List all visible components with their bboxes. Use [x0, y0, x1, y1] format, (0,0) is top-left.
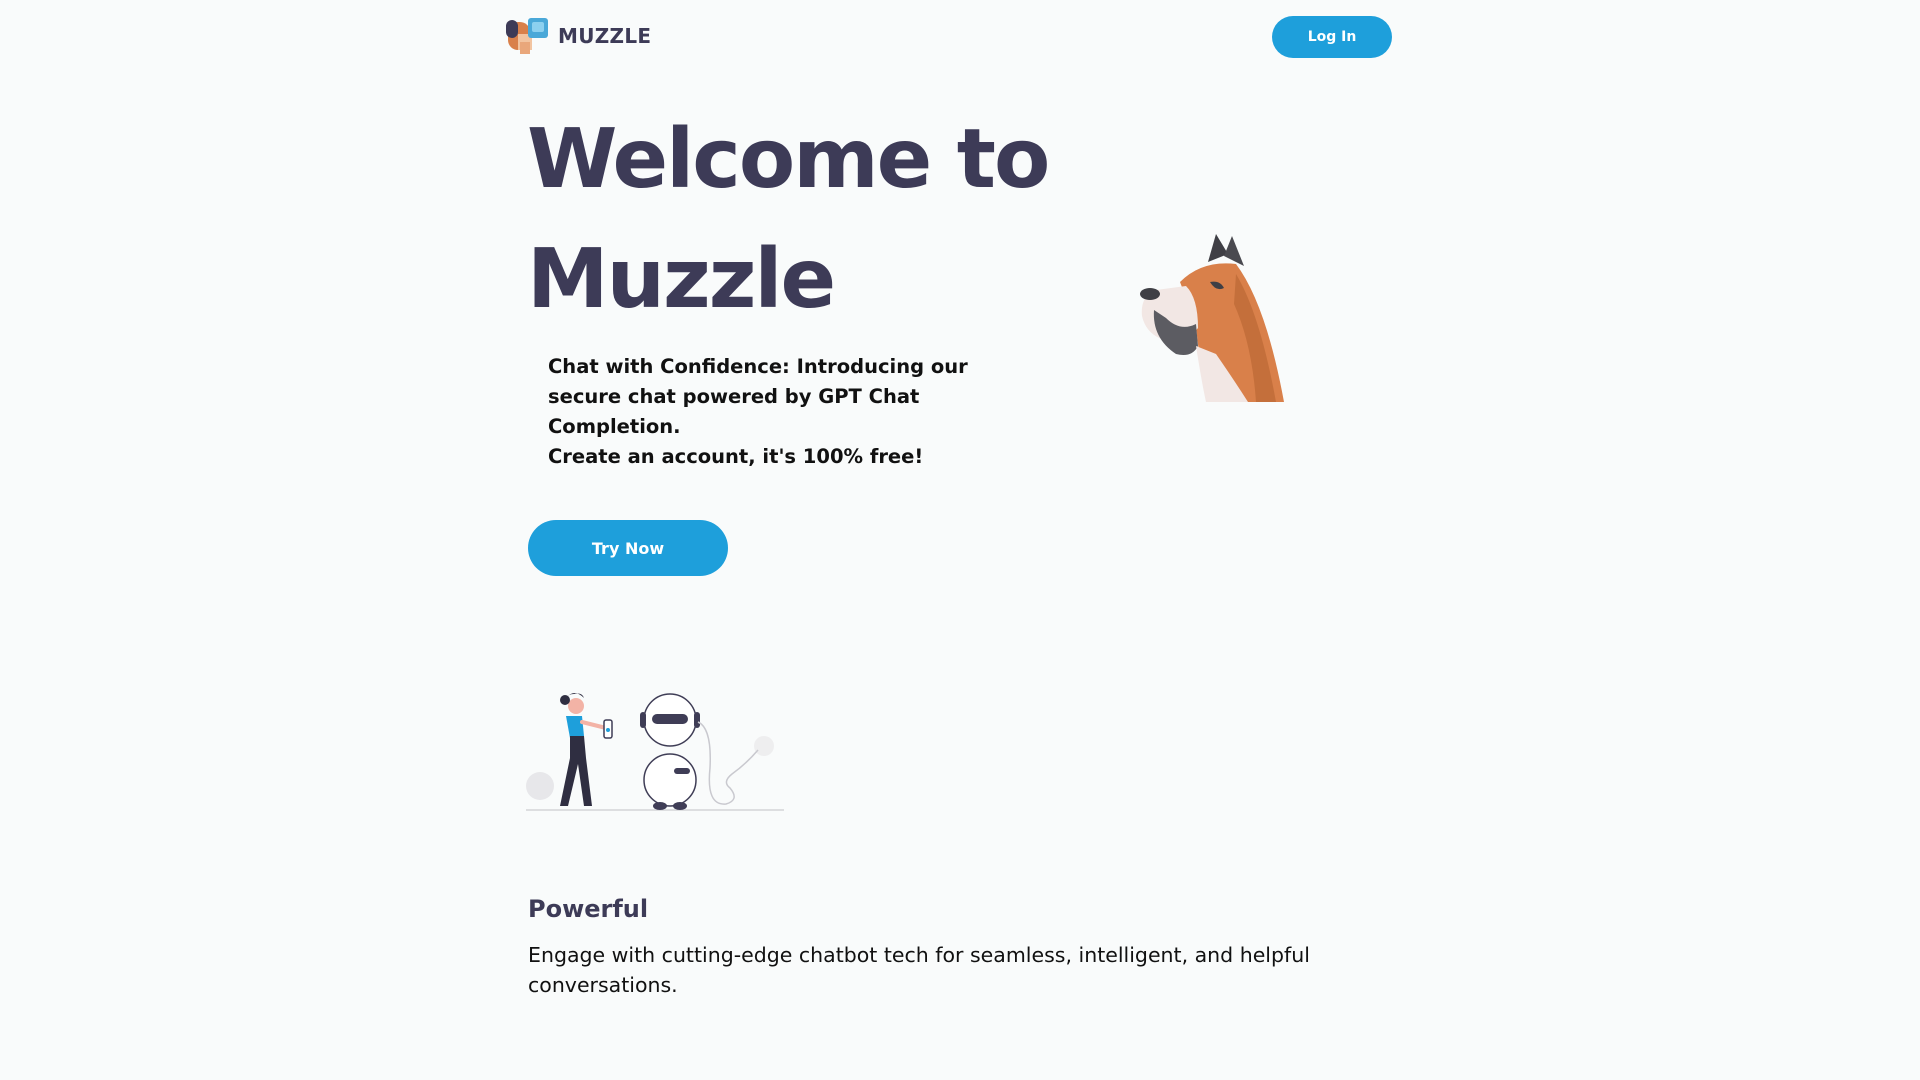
tagline-line-1: Chat with Confidence: Introducing our se…	[548, 355, 968, 438]
login-button[interactable]: Log In	[1272, 16, 1392, 58]
dog-head-illustration	[1140, 234, 1284, 402]
hero-title: Welcome to Muzzle	[527, 100, 1127, 340]
hero-tagline: Chat with Confidence: Introducing our se…	[548, 352, 988, 472]
person-robot-illustration	[526, 693, 784, 811]
brand-name: MUZZLE	[558, 24, 652, 48]
hero-title-line-2: Muzzle	[527, 232, 836, 327]
feature-title: Powerful	[528, 895, 649, 923]
hero-title-line-1: Welcome to	[527, 112, 1050, 207]
top-navbar: MUZZLE Log In	[504, 0, 1392, 72]
muzzle-logo-icon	[506, 18, 548, 54]
try-now-button[interactable]: Try Now	[528, 520, 728, 576]
tagline-line-2: Create an account, it's 100% free!	[548, 445, 924, 468]
feature-description: Engage with cutting-edge chatbot tech fo…	[528, 943, 1310, 997]
brand[interactable]: MUZZLE	[504, 16, 651, 56]
